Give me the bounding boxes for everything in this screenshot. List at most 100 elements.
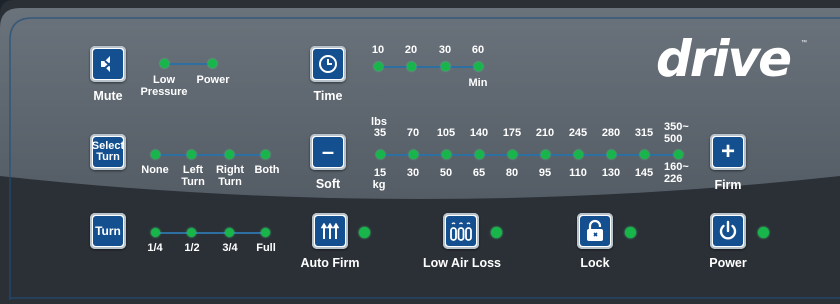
weight-led (640, 150, 649, 159)
turn-angle-label: 1/2 (184, 242, 200, 254)
weight-led-track (380, 154, 678, 156)
kg-unit: kg (372, 179, 386, 191)
weight-led (674, 150, 683, 159)
power-icon (719, 220, 737, 240)
mute-led-track (165, 63, 213, 65)
speaker-mute-icon (101, 56, 114, 72)
weight-lbs-value: 105 (436, 127, 456, 139)
control-panel: drive ™ Mute Low Pressure Power Time 10 … (0, 0, 840, 304)
lock-label: Lock (580, 256, 610, 270)
turn-side-label: Both (254, 164, 280, 176)
trademark: ™ (801, 40, 807, 46)
weight-lbs-value: 70 (406, 127, 420, 139)
turn-side-led (261, 150, 270, 159)
weight-lbs-value: 35 (373, 127, 387, 139)
low-pressure-led (160, 59, 169, 68)
arrows-up-icon (320, 222, 340, 239)
soft-button[interactable]: – (310, 134, 346, 170)
power-button[interactable] (710, 213, 746, 249)
time-option: 20 (404, 44, 418, 56)
time-option: 30 (438, 44, 452, 56)
weight-led (541, 150, 550, 159)
weight-kg-value: 145 (634, 167, 654, 179)
air-cells-icon (450, 222, 472, 241)
turn-angle-led (187, 228, 196, 237)
weight-kg-value: 110 (569, 167, 587, 179)
weight-kg-value: 50 (439, 167, 453, 179)
time-label: Time (313, 89, 343, 103)
turn-side-label: Right Turn (215, 164, 245, 188)
auto-firm-led (359, 227, 370, 238)
soft-label: Soft (315, 177, 341, 191)
weight-led (442, 150, 451, 159)
low-air-loss-label: Low Air Loss (422, 256, 501, 270)
weight-lbs-value: 350~ 500 (664, 121, 689, 145)
firm-button[interactable]: + (710, 134, 746, 170)
time-led (441, 62, 450, 71)
mute-label: Mute (93, 89, 123, 103)
lock-led (625, 227, 636, 238)
firm-label: Firm (714, 178, 742, 192)
auto-firm-label: Auto Firm (300, 256, 360, 270)
weight-lbs-value: 175 (502, 127, 522, 139)
time-option: 10 (371, 44, 385, 56)
time-led (407, 62, 416, 71)
power-label: Power (709, 256, 747, 270)
weight-kg-value: 65 (472, 167, 486, 179)
turn-angle-led (151, 228, 160, 237)
turn-side-led (187, 150, 196, 159)
power-indicator-label: Power (196, 74, 230, 86)
drive-logo: drive (656, 30, 792, 88)
minus-icon: – (321, 139, 335, 164)
time-led-track (379, 66, 475, 68)
weight-kg-value: 30 (406, 167, 420, 179)
weight-lbs-value: 245 (568, 127, 588, 139)
time-button[interactable] (310, 46, 346, 82)
mute-button[interactable] (90, 46, 126, 82)
select-turn-button[interactable]: Select Turn (90, 134, 126, 170)
weight-lbs-value: 280 (601, 127, 621, 139)
time-led (474, 62, 483, 71)
turn-angle-label: Full (256, 242, 276, 254)
clock-icon (319, 55, 337, 73)
auto-firm-button[interactable] (312, 213, 348, 249)
weight-led (607, 150, 616, 159)
turn-side-led (151, 150, 160, 159)
turn-text: Turn (95, 223, 121, 238)
weight-kg-value: 95 (538, 167, 552, 179)
lock-button[interactable] (577, 213, 613, 249)
weight-lbs-value: 315 (634, 127, 654, 139)
turn-button[interactable]: Turn (90, 213, 126, 249)
weight-lbs-value: 140 (469, 127, 489, 139)
low-air-loss-led (491, 227, 502, 238)
turn-side-led (225, 150, 234, 159)
weight-led (574, 150, 583, 159)
padlock-icon (587, 219, 603, 241)
weight-lbs-value: 210 (535, 127, 555, 139)
turn-side-label: Left Turn (181, 164, 205, 188)
weight-led (508, 150, 517, 159)
turn-angle-led (225, 228, 234, 237)
select-turn-text: Select Turn (93, 140, 123, 163)
weight-kg-value: 80 (505, 167, 519, 179)
power-led (758, 227, 769, 238)
time-option: 60 (471, 44, 485, 56)
low-pressure-label: Low Pressure (140, 74, 188, 98)
turn-angle-label: 3/4 (222, 242, 238, 254)
low-air-loss-button[interactable] (443, 213, 479, 249)
weight-led (475, 150, 484, 159)
plus-icon: + (720, 138, 735, 165)
weight-kg-value: 15 (373, 167, 387, 179)
turn-angle-track (156, 232, 266, 234)
weight-kg-value: 160~ 226 (664, 161, 689, 185)
time-unit: Min (468, 77, 488, 89)
weight-kg-value: 130 (601, 167, 621, 179)
power-led (208, 59, 217, 68)
time-led (374, 62, 383, 71)
weight-led (409, 150, 418, 159)
turn-side-label: None (141, 164, 169, 176)
turn-angle-label: 1/4 (147, 242, 163, 254)
turn-side-track (156, 154, 266, 156)
weight-led (376, 150, 385, 159)
turn-angle-led (261, 228, 270, 237)
